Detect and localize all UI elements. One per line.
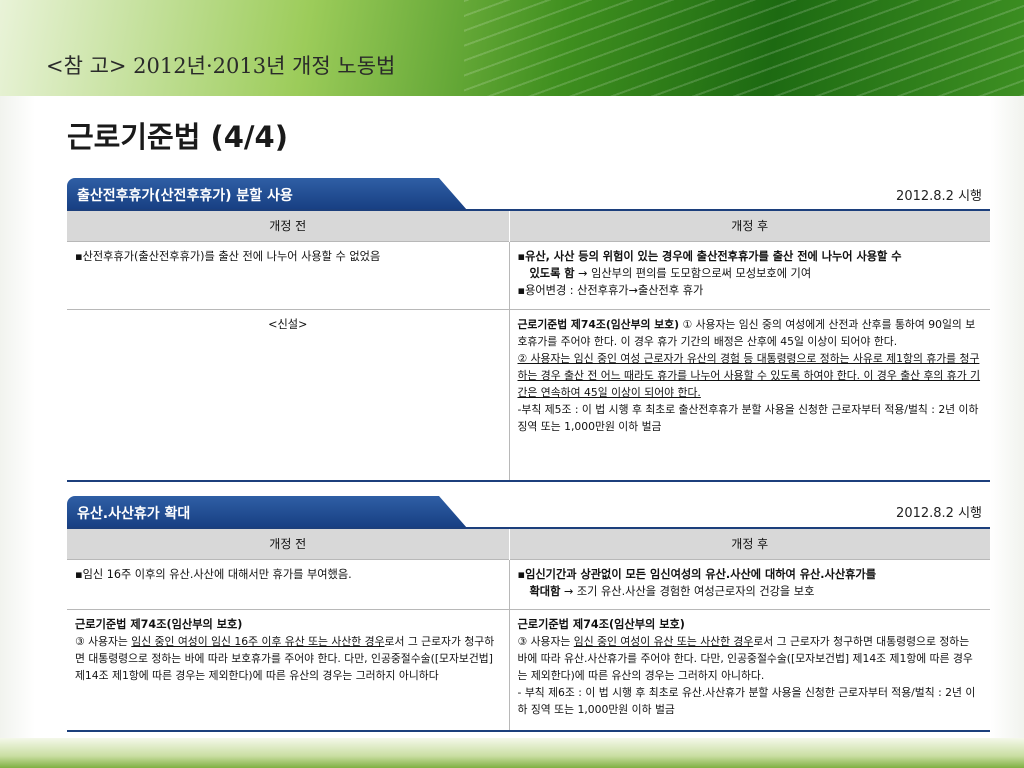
column-before-header: 개정 전: [67, 211, 510, 241]
section1-header-row: 개정 전 개정 후: [67, 211, 990, 241]
before-cell: ▪산전후휴가(출산전후휴가)를 출산 전에 나누어 사용할 수 없었음: [67, 240, 510, 309]
section1-table: 개정 전 개정 후 ▪산전후휴가(출산전후휴가)를 출산 전에 나누어 사용할 …: [67, 211, 990, 482]
section1-date: 2012.8.2 시행: [896, 189, 982, 204]
article-text-underlined: 임신 중인 여성이 유산 또는 사산한 경우: [573, 634, 754, 648]
table-row: 근로기준법 제74조(임산부의 보호) ③ 사용자는 임신 중인 여성이 임신 …: [67, 608, 990, 732]
supplementary-provision: - 부칙 제6조 : 이 법 시행 후 최초로 유산.사산휴가 분할 사용을 신…: [517, 685, 976, 716]
footer-background: [0, 738, 1024, 768]
table-row: <신설> 근로기준법 제74조(임산부의 보호) ① 사용자는 임신 중의 여성…: [67, 308, 990, 482]
table-row: ▪산전후휴가(출산전후휴가)를 출산 전에 나누어 사용할 수 없었음 ▪유산,…: [67, 240, 990, 309]
after-bold-continued: 확대함: [529, 584, 561, 598]
section2-banner: 유산.사산휴가 확대: [67, 496, 467, 528]
section2-table: 개정 전 개정 후 ▪임신 16주 이후의 유산.사산에 대해서만 휴가를 부여…: [67, 529, 990, 732]
before-text: ▪임신 16주 이후의 유산.사산에 대해서만 휴가를 부여했음.: [75, 567, 352, 581]
term-change-text: ▪용어변경 : 산전후휴가→출산전후 휴가: [517, 283, 704, 297]
section1-title: 출산전후휴가(산전후휴가) 분할 사용: [77, 188, 293, 204]
article-heading: 근로기준법 제74조(임산부의 보호): [517, 617, 685, 631]
after-bold-line: ▪임신기간과 상관없이 모든 임신여성의 유산.사산에 대하여 유산.사산휴가를: [517, 567, 877, 581]
left-margin: [0, 96, 35, 738]
article-text-start: ③ 사용자는: [75, 634, 132, 648]
article-heading: 근로기준법 제74조(임산부의 보호): [75, 617, 243, 631]
right-margin: [990, 96, 1024, 738]
slide-content-panel: 근로기준법 (4/4) 출산전후휴가(산전후휴가) 분할 사용 2012.8.2…: [35, 96, 990, 738]
before-cell: 근로기준법 제74조(임산부의 보호) ③ 사용자는 임신 중인 여성이 임신 …: [67, 608, 510, 732]
article-text-underlined: 임신 중인 여성이 임신 16주 이후 유산 또는 사산한 경우: [131, 634, 385, 648]
article-text-start: ③ 사용자는: [517, 634, 574, 648]
table-row: ▪임신 16주 이후의 유산.사산에 대해서만 휴가를 부여했음. ▪임신기간과…: [67, 558, 990, 609]
column-after-header: 개정 후: [509, 211, 990, 241]
after-bold-line: ▪유산, 사산 등의 위험이 있는 경우에 출산전후휴가를 출산 전에 나누어 …: [517, 249, 902, 263]
section2-date: 2012.8.2 시행: [896, 506, 982, 521]
before-cell: <신설>: [67, 308, 510, 482]
reference-title: <참 고> 2012년·2013년 개정 노동법: [46, 54, 396, 78]
column-after-header: 개정 후: [509, 529, 990, 559]
after-cell: ▪임신기간과 상관없이 모든 임신여성의 유산.사산에 대하여 유산.사산휴가를…: [509, 558, 990, 609]
after-arrow-text: → 임산부의 편의를 도모함으로써 모성보호에 기여: [574, 266, 812, 280]
section2-title: 유산.사산휴가 확대: [77, 506, 191, 522]
before-cell: ▪임신 16주 이후의 유산.사산에 대해서만 휴가를 부여했음.: [67, 558, 510, 609]
column-before-header: 개정 전: [67, 529, 510, 559]
new-provision-label: <신설>: [268, 317, 308, 331]
section1-banner: 출산전후휴가(산전후휴가) 분할 사용: [67, 178, 467, 210]
header-background: [0, 0, 1024, 96]
article-heading: 근로기준법 제74조(임산부의 보호): [517, 317, 680, 331]
before-text: ▪산전후휴가(출산전후휴가)를 출산 전에 나누어 사용할 수 없었음: [75, 249, 381, 263]
supplementary-provision: -부칙 제5조 : 이 법 시행 후 최초로 출산전후휴가 분할 사용을 신청한…: [517, 402, 979, 433]
page-title: 근로기준법 (4/4): [67, 120, 288, 154]
after-bold-continued: 있도록 함: [529, 266, 575, 280]
after-cell: 근로기준법 제74조(임산부의 보호) ③ 사용자는 임신 중인 여성이 유산 …: [509, 608, 990, 732]
section2-header-row: 개정 전 개정 후: [67, 529, 990, 559]
article-paragraph-2: ② 사용자는 임신 중인 여성 근로자가 유산의 경험 등 대통령령으로 정하는…: [517, 351, 981, 399]
after-cell: ▪유산, 사산 등의 위험이 있는 경우에 출산전후휴가를 출산 전에 나누어 …: [509, 240, 990, 309]
after-arrow-text: → 조기 유산.사산을 경험한 여성근로자의 건강을 보호: [560, 584, 815, 598]
after-cell: 근로기준법 제74조(임산부의 보호) ① 사용자는 임신 중의 여성에게 산전…: [509, 308, 990, 482]
